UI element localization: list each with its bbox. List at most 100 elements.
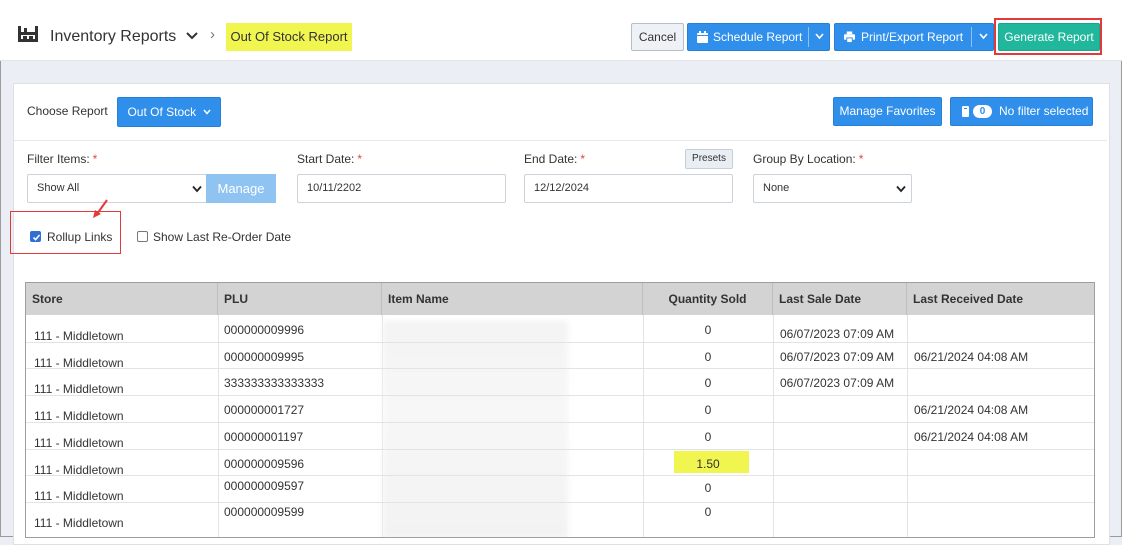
cell-last-sale: 06/07/2023 07:09 AM: [780, 376, 895, 390]
start-date-label-text: Start Date:: [297, 152, 355, 166]
show-last-reorder-date-checkbox[interactable]: [137, 231, 148, 242]
filter-items-label-text: Filter Items:: [27, 152, 90, 166]
page-title[interactable]: Inventory Reports: [50, 28, 176, 46]
row-divider: [26, 449, 1094, 450]
cell-qty: 0: [704, 430, 712, 444]
cell-plu: 000000009596: [224, 457, 305, 471]
chevron-down-icon[interactable]: [815, 33, 824, 40]
cell-last-sale: 06/07/2023 07:09 AM: [780, 350, 895, 364]
required-asterisk: *: [580, 152, 586, 166]
page-header: Inventory Reports › Out Of Stock Report …: [0, 0, 1122, 61]
cell-plu: 000000009599: [224, 505, 305, 519]
report-type-value: Out Of Stock: [127, 105, 197, 119]
column-divider: [773, 315, 774, 537]
rollup-links-checkbox[interactable]: [30, 231, 41, 242]
warehouse-shelf-icon: [18, 26, 38, 42]
group-by-label-text: Group By Location:: [753, 152, 856, 166]
split-divider: [971, 27, 972, 47]
split-divider: [808, 27, 809, 47]
cell-plu: 000000001197: [224, 430, 304, 444]
end-date-label: End Date: *: [524, 152, 585, 166]
cell-qty: 0: [704, 323, 712, 337]
cell-qty: 1.50: [696, 457, 720, 471]
cell-qty: 0: [704, 350, 712, 364]
manage-button[interactable]: Manage: [206, 174, 276, 203]
start-date-label: Start Date: *: [297, 152, 362, 166]
cell-store: 111 - Middletown: [34, 409, 124, 423]
column-header-store[interactable]: Store: [26, 283, 218, 315]
cell-plu: 000000009995: [224, 350, 305, 364]
cell-store: 111 - Middletown: [34, 436, 124, 450]
annotation-arrow-icon: [93, 199, 108, 218]
print-export-report-button[interactable]: Print/Export Report: [834, 23, 994, 51]
required-asterisk: *: [92, 152, 98, 166]
cell-store: 111 - Middletown: [34, 329, 124, 343]
row-divider: [26, 342, 1094, 343]
checkmark-icon: [32, 234, 41, 241]
choose-report-label: Choose Report: [27, 104, 108, 118]
filter-items-label: Filter Items: *: [27, 152, 97, 166]
chevron-down-icon[interactable]: [186, 31, 198, 41]
column-header-last-received-date[interactable]: Last Received Date: [907, 283, 1094, 315]
group-by-location-label: Group By Location: *: [753, 152, 863, 166]
cell-last-received: 06/21/2024 04:08 AM: [914, 350, 1029, 364]
cell-qty: 0: [704, 376, 712, 390]
end-date-input[interactable]: 12/12/2024: [524, 174, 733, 203]
column-header-plu[interactable]: PLU: [218, 283, 382, 315]
cell-store: 111 - Middletown: [34, 382, 124, 396]
cell-last-sale: 06/07/2023 07:09 AM: [780, 327, 895, 341]
schedule-report-button[interactable]: Schedule Report: [687, 23, 830, 51]
print-export-label: Print/Export Report: [861, 30, 964, 44]
cell-plu: 333333333333333: [224, 376, 325, 390]
report-table: Store PLU Item Name Quantity Sold Last S…: [25, 282, 1095, 538]
row-divider: [26, 502, 1094, 503]
report-type-dropdown[interactable]: Out Of Stock: [117, 97, 221, 127]
cell-plu: 000000009996: [224, 323, 305, 337]
schedule-report-label: Schedule Report: [713, 30, 803, 44]
filter-status-text: No filter selected: [999, 104, 1089, 118]
cell-qty: 0: [704, 481, 712, 495]
show-last-reorder-date-label[interactable]: Show Last Re-Order Date: [153, 230, 291, 244]
filter-count-badge: 0: [973, 105, 992, 118]
annotation-highlight-box: [994, 18, 1102, 55]
chevron-down-icon: [202, 109, 211, 115]
start-date-input[interactable]: 10/11/2202: [297, 174, 506, 203]
cell-plu: 000000001727: [224, 403, 305, 417]
table-header: Store PLU Item Name Quantity Sold Last S…: [26, 283, 1094, 315]
cancel-button[interactable]: Cancel: [631, 23, 684, 51]
cell-last-received: 06/21/2024 04:08 AM: [914, 430, 1029, 444]
required-asterisk: *: [357, 152, 363, 166]
row-divider: [26, 422, 1094, 423]
column-header-quantity-sold[interactable]: Quantity Sold: [643, 283, 773, 315]
section-divider: [14, 140, 1107, 141]
filter-items-select[interactable]: Show All: [27, 174, 207, 203]
filter-icon: [962, 106, 969, 117]
cell-plu: 000000009597: [224, 479, 305, 493]
rollup-links-label[interactable]: Rollup Links: [47, 230, 112, 244]
group-by-location-value: None: [763, 182, 790, 194]
printer-icon: [844, 31, 855, 43]
calendar-icon: [697, 31, 708, 43]
chevron-down-icon: [192, 185, 202, 193]
breadcrumb-separator-icon: ›: [210, 26, 215, 43]
cell-last-received: 06/21/2024 04:08 AM: [914, 403, 1029, 417]
required-asterisk: *: [858, 152, 864, 166]
chevron-down-icon[interactable]: [979, 33, 988, 40]
cell-qty: 0: [704, 403, 712, 417]
filter-items-value: Show All: [37, 182, 80, 194]
presets-button[interactable]: Presets: [685, 149, 733, 169]
chevron-down-icon: [896, 185, 906, 193]
column-divider: [218, 315, 219, 537]
column-header-item-name[interactable]: Item Name: [382, 283, 643, 315]
cell-store: 111 - Middletown: [34, 516, 124, 530]
manage-favorites-button[interactable]: Manage Favorites: [833, 97, 942, 126]
filter-selection-button[interactable]: 0 No filter selected: [950, 97, 1093, 126]
column-header-last-sale-date[interactable]: Last Sale Date: [773, 283, 907, 315]
cell-store: 111 - Middletown: [34, 489, 124, 503]
row-divider: [26, 395, 1094, 396]
group-by-location-select[interactable]: None: [753, 174, 912, 203]
cell-qty: 0: [704, 505, 712, 519]
column-divider: [907, 315, 908, 537]
end-date-label-text: End Date:: [524, 152, 578, 166]
row-divider: [26, 475, 1094, 476]
